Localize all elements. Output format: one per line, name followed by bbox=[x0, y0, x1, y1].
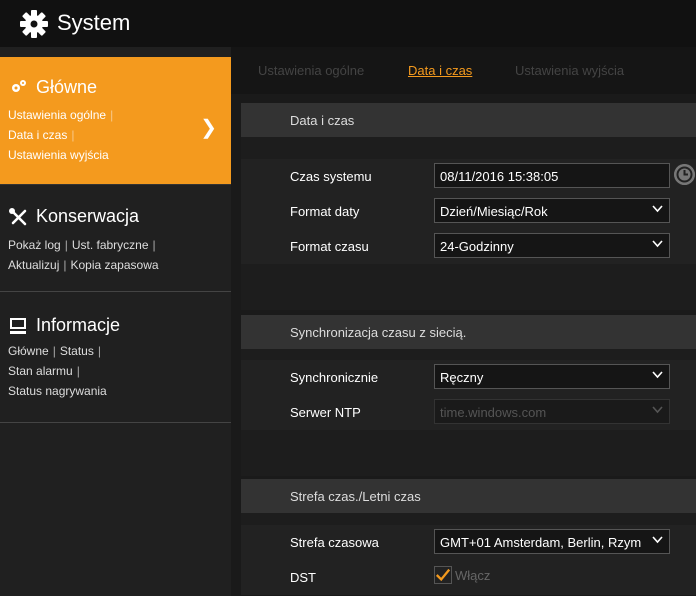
chevron-down-icon bbox=[652, 205, 663, 213]
sidebar-title-konserwacja: Konserwacja bbox=[36, 206, 140, 226]
glowne-links: Ustawienia ogólne | Data i czas | Ustawien… bbox=[8, 108, 114, 162]
main-panel: Ustawienia ogólne Data i czas Ustawienia… bbox=[231, 47, 696, 596]
window-title: System bbox=[57, 10, 131, 35]
chevron-down-icon bbox=[652, 371, 663, 379]
strefa-czasowa-value: GMT+01 Amsterdam, Berlin, Rzym bbox=[440, 535, 642, 550]
label-format-czasu: Format czasu bbox=[290, 239, 369, 254]
spacer bbox=[241, 137, 696, 159]
section-header-data-i-czas: Data i czas bbox=[241, 103, 696, 137]
gears-icon bbox=[12, 79, 26, 92]
gear-icon bbox=[20, 10, 48, 38]
tab-data-i-czas[interactable]: Data i czas bbox=[408, 63, 472, 78]
chevron-down-icon bbox=[652, 406, 663, 414]
clock-icon[interactable] bbox=[674, 164, 695, 185]
section-header-strefa: Strefa czas./Letni czas bbox=[241, 479, 696, 513]
strefa-czasowa-select[interactable]: GMT+01 Amsterdam, Berlin, Rzym bbox=[434, 529, 670, 554]
informacje-links: Główne | Status | Stan alarmu | Status nagry… bbox=[8, 344, 107, 398]
row-synchronicznie: Synchronicznie Ręczny bbox=[241, 360, 696, 395]
sidebar-link-ustawienia-ogolne[interactable]: Ustawienia ogólne bbox=[8, 108, 106, 122]
label-serwer-ntp: Serwer NTP bbox=[290, 405, 361, 420]
monitor-icon bbox=[10, 317, 26, 334]
serwer-ntp-value: time.windows.com bbox=[440, 405, 547, 420]
sidebar-link-kopia-zapasowa[interactable]: Kopia zapasowa bbox=[70, 258, 158, 272]
row-dst: DST Włącz bbox=[241, 560, 696, 595]
chevron-down-icon bbox=[652, 536, 663, 544]
section-title-informacje: Informacje bbox=[8, 315, 120, 336]
sidebar-link-status-nagrywania[interactable]: Status nagrywania bbox=[8, 384, 107, 398]
spacer bbox=[241, 430, 696, 476]
title-bar: System bbox=[0, 0, 696, 47]
checkmark-icon bbox=[435, 568, 451, 582]
format-czasu-value: 24-Godzinny bbox=[440, 239, 514, 254]
section-header-label: Strefa czas./Letni czas bbox=[290, 489, 421, 504]
label-dst: DST bbox=[290, 570, 316, 585]
row-czas-systemu: Czas systemu 08/11/2016 15:38:05 bbox=[241, 159, 696, 194]
tab-ustawienia-wyjscia[interactable]: Ustawienia wyjścia bbox=[515, 63, 624, 78]
dst-checkbox[interactable]: Włącz bbox=[434, 566, 490, 584]
konserwacja-links: Pokaż log | Ust. fabryczne | Aktualizuj | Kop… bbox=[8, 238, 159, 272]
label-czas-systemu: Czas systemu bbox=[290, 169, 372, 184]
row-strefa-czasowa: Strefa czasowa GMT+01 Amsterdam, Berlin,… bbox=[241, 525, 696, 560]
sidebar-section-glowne[interactable]: Główne Ustawienia ogólne | Data i czas | U… bbox=[0, 57, 231, 184]
spacer bbox=[241, 349, 696, 360]
section-title-konserwacja: Konserwacja bbox=[8, 206, 139, 227]
section-header-label: Data i czas bbox=[290, 113, 355, 128]
section-title-glowne: Główne bbox=[8, 77, 97, 98]
chevron-down-icon bbox=[652, 240, 663, 248]
row-serwer-ntp: Serwer NTP time.windows.com bbox=[241, 395, 696, 430]
section-header-label: Synchronizacja czasu z siecią. bbox=[290, 325, 467, 340]
sidebar-link-stan-alarmu[interactable]: Stan alarmu bbox=[8, 364, 73, 378]
sidebar-link-glowne-info[interactable]: Główne bbox=[8, 344, 49, 358]
format-czasu-select[interactable]: 24-Godzinny bbox=[434, 233, 670, 258]
sidebar-link-status[interactable]: Status bbox=[60, 344, 94, 358]
label-strefa-czasowa: Strefa czasowa bbox=[290, 535, 379, 550]
synchronicznie-value: Ręczny bbox=[440, 370, 484, 385]
sidebar-link-data-i-czas[interactable]: Data i czas bbox=[8, 128, 67, 142]
checkbox-box bbox=[434, 566, 452, 584]
format-daty-value: Dzień/Miesiąc/Rok bbox=[440, 204, 548, 219]
sidebar-link-ust-fabryczne[interactable]: Ust. fabryczne bbox=[72, 238, 149, 252]
czas-systemu-field[interactable]: 08/11/2016 15:38:05 bbox=[434, 163, 670, 188]
dst-checkbox-label: Włącz bbox=[455, 567, 491, 583]
label-synchronicznie: Synchronicznie bbox=[290, 370, 379, 385]
section-header-synchronizacja: Synchronizacja czasu z siecią. bbox=[241, 315, 696, 349]
format-daty-select[interactable]: Dzień/Miesiąc/Rok bbox=[434, 198, 670, 223]
label-format-daty: Format daty bbox=[290, 204, 360, 219]
tools-icon bbox=[9, 207, 27, 225]
sidebar: Główne Ustawienia ogólne | Data i czas | U… bbox=[0, 47, 231, 596]
sidebar-link-aktualizuj[interactable]: Aktualizuj bbox=[8, 258, 59, 272]
serwer-ntp-select: time.windows.com bbox=[434, 399, 670, 424]
sidebar-title-glowne: Główne bbox=[36, 77, 98, 97]
sidebar-link-pokaz-log[interactable]: Pokaż log bbox=[8, 238, 61, 252]
row-format-czasu: Format czasu 24-Godzinny bbox=[241, 229, 696, 264]
synchronicznie-select[interactable]: Ręczny bbox=[434, 364, 670, 389]
spacer bbox=[241, 264, 696, 310]
sidebar-section-informacje[interactable]: Informacje Główne | Status | Stan alarmu | S… bbox=[0, 293, 231, 423]
sidebar-link-ustawienia-wyjscia[interactable]: Ustawienia wyjścia bbox=[8, 148, 109, 162]
row-format-daty: Format daty Dzień/Miesiąc/Rok bbox=[241, 194, 696, 229]
tab-ustawienia-ogolne[interactable]: Ustawienia ogólne bbox=[258, 63, 364, 78]
sidebar-section-konserwacja[interactable]: Konserwacja Pokaż log | Ust. fabryczne | Ak… bbox=[0, 184, 231, 292]
chevron-right-icon: ❯ bbox=[200, 117, 217, 139]
sidebar-title-informacje: Informacje bbox=[36, 315, 121, 335]
tab-bar: Ustawienia ogólne Data i czas Ustawienia… bbox=[231, 47, 696, 94]
spacer bbox=[241, 513, 696, 525]
